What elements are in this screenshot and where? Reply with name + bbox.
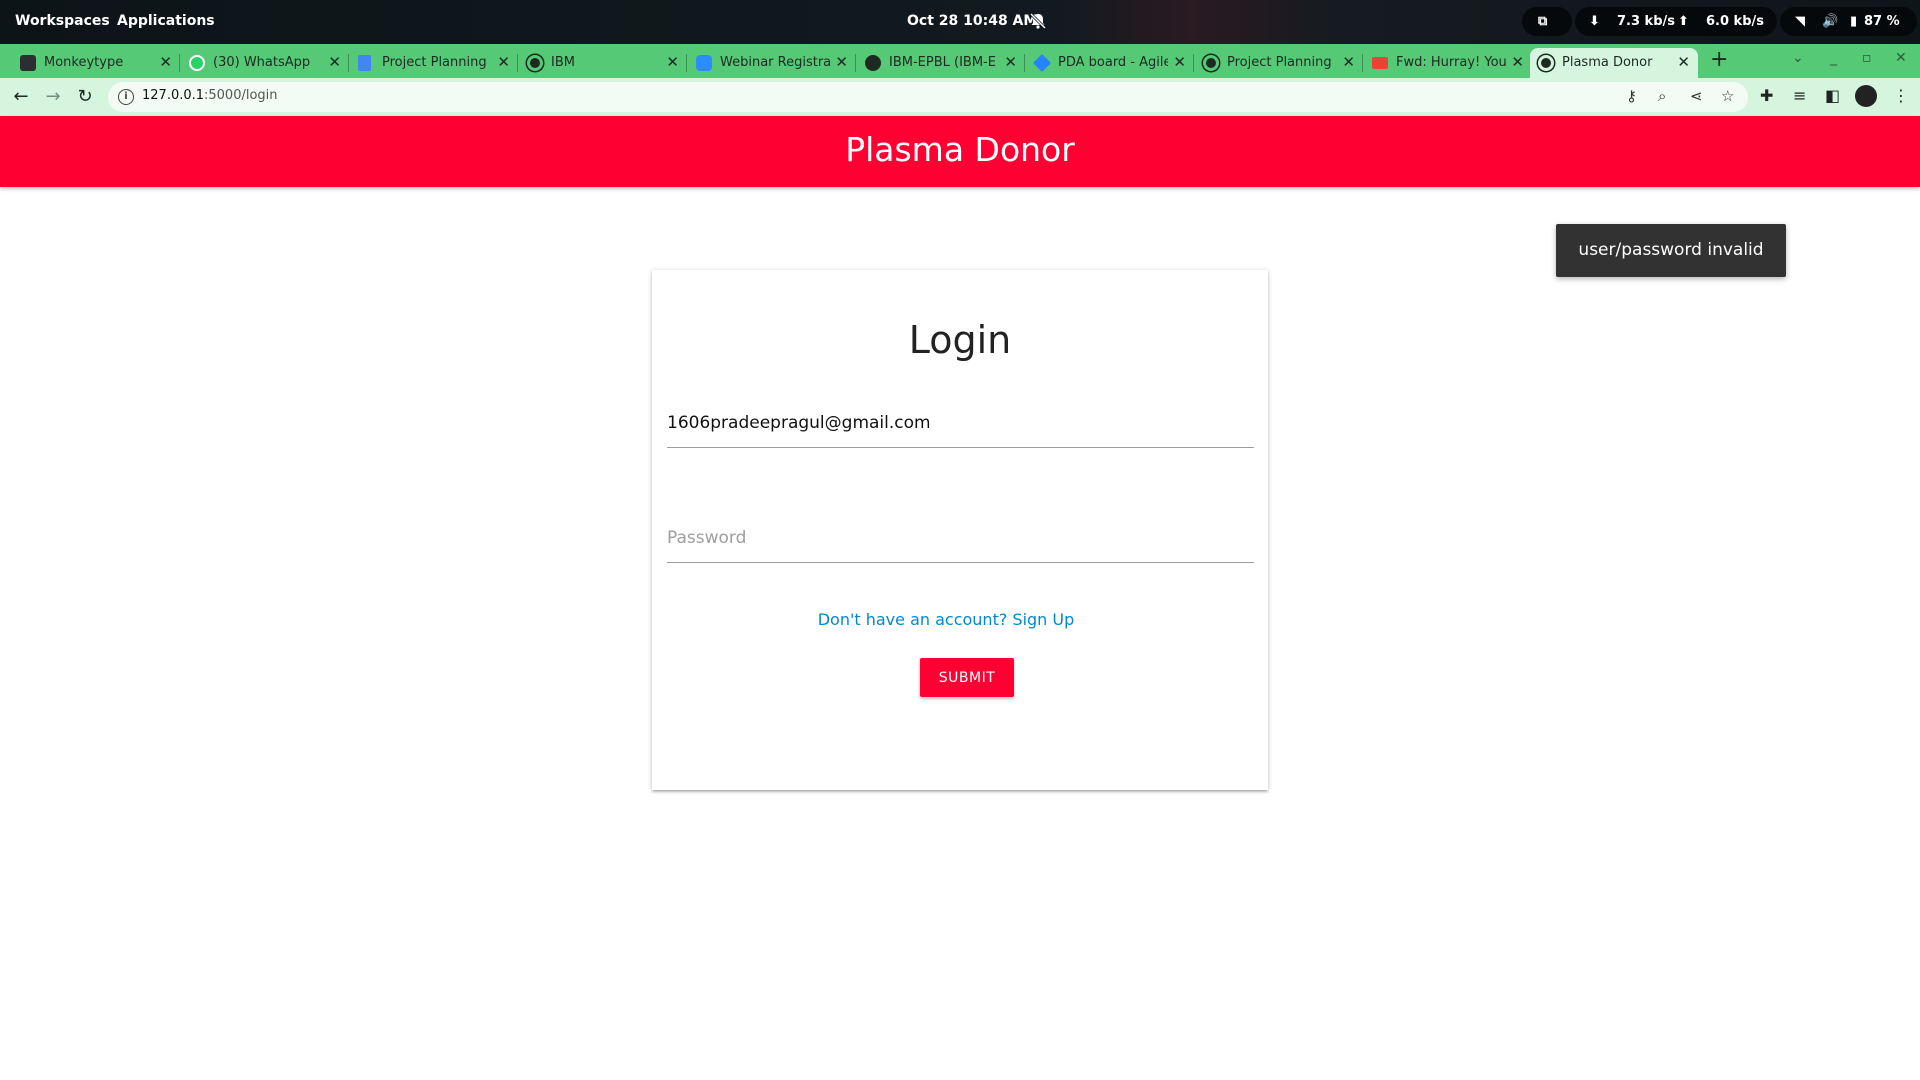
close-icon[interactable]: ✕: [497, 53, 510, 71]
battery-icon: ▮: [1850, 14, 1858, 29]
url-host: 127.0.0.1: [142, 88, 205, 103]
tab-ibm[interactable]: IBM ✕: [519, 48, 687, 78]
email-field[interactable]: [667, 400, 1254, 440]
upload-speed: 6.0 kb/s: [1706, 14, 1764, 29]
workspaces-menu[interactable]: Workspaces: [15, 13, 110, 29]
password-field[interactable]: [667, 515, 1254, 555]
tab-separator: [348, 54, 349, 72]
tray-remote-pill[interactable]: ⧉: [1522, 7, 1572, 36]
tab-webinar-registration[interactable]: Webinar Registra ✕: [688, 48, 856, 78]
gmail-icon: [1372, 57, 1388, 69]
close-icon[interactable]: ✕: [159, 53, 172, 71]
tab-search-chevron-icon[interactable]: ⌄: [1792, 50, 1804, 66]
tab-title: PDA board - Agile: [1058, 55, 1168, 70]
tab-title: Plasma Donor: [1562, 55, 1653, 70]
globe-icon: [1203, 55, 1219, 71]
tab-project-planning[interactable]: Project Planning ✕: [1195, 48, 1363, 78]
tab-separator: [517, 54, 518, 72]
kebab-menu-icon[interactable]: ⋮: [1893, 86, 1909, 105]
bookmark-star-icon[interactable]: ☆: [1721, 87, 1734, 105]
tab-separator: [686, 54, 687, 72]
download-speed: 7.3 kb/s: [1617, 14, 1675, 29]
network-speed-pill[interactable]: ⬇ 7.3 kb/s ⬆ 6.0 kb/s: [1575, 7, 1777, 36]
jira-icon: [1032, 53, 1052, 73]
tab-monkeytype[interactable]: Monkeytype ✕: [12, 48, 180, 78]
back-arrow-icon[interactable]: ←: [8, 84, 34, 110]
close-window-icon[interactable]: ✕: [1895, 50, 1907, 66]
os-top-bar: Workspaces Applications Oct 28 10:48 AM …: [0, 0, 1920, 44]
login-title: Login: [908, 318, 1012, 362]
close-icon[interactable]: ✕: [328, 53, 341, 71]
site-info-icon[interactable]: i: [118, 89, 134, 105]
reload-icon[interactable]: ↻: [72, 84, 98, 110]
tab-title: Project Planning: [382, 55, 487, 70]
tab-title: (30) WhatsApp: [213, 55, 311, 70]
wifi-icon: ◥: [1795, 14, 1805, 29]
key-icon[interactable]: ⚷: [1626, 87, 1637, 105]
remote-desktop-icon: ⧉: [1538, 14, 1548, 29]
github-icon: [865, 55, 881, 71]
password-field-wrapper: [667, 515, 1254, 563]
close-icon[interactable]: ✕: [1173, 53, 1186, 71]
tab-separator: [1024, 54, 1025, 72]
upload-arrow-icon: ⬆: [1678, 14, 1689, 29]
close-icon[interactable]: ✕: [1677, 53, 1690, 71]
system-status-pill[interactable]: ◥ 🔊 ▮ 87 %: [1780, 7, 1917, 36]
browser-tab-strip: Monkeytype ✕ (30) WhatsApp ✕ Project Pla…: [0, 44, 1920, 78]
minimize-icon[interactable]: _: [1830, 50, 1837, 66]
tab-separator: [855, 54, 856, 72]
tab-title: IBM-EPBL (IBM-E: [889, 55, 996, 70]
tab-gmail[interactable]: Fwd: Hurray! Your ✕: [1364, 48, 1532, 78]
close-icon[interactable]: ✕: [835, 53, 848, 71]
site-title[interactable]: Plasma Donor: [0, 130, 1920, 169]
close-icon[interactable]: ✕: [1004, 53, 1017, 71]
site-header: Plasma Donor: [0, 116, 1920, 187]
email-field-wrapper: [667, 400, 1254, 448]
new-tab-button[interactable]: +: [1710, 47, 1728, 72]
share-icon[interactable]: ⋖: [1690, 87, 1703, 105]
download-arrow-icon: ⬇: [1589, 14, 1600, 29]
extensions-puzzle-icon[interactable]: ✚: [1760, 86, 1773, 105]
forward-arrow-icon[interactable]: →: [40, 84, 66, 110]
maximize-icon[interactable]: ▫: [1862, 50, 1872, 66]
clock[interactable]: Oct 28 10:48 AM: [907, 13, 1037, 29]
tab-whatsapp[interactable]: (30) WhatsApp ✕: [181, 48, 349, 78]
close-icon[interactable]: ✕: [1342, 53, 1355, 71]
signup-link[interactable]: Don't have an account? Sign Up: [652, 610, 1240, 629]
zoom-icon[interactable]: ⌕: [1658, 87, 1666, 105]
tab-title: Monkeytype: [44, 55, 124, 70]
address-bar[interactable]: i 127.0.0.1 :5000/login ⚷ ⌕ ⋖ ☆: [108, 82, 1748, 112]
close-icon[interactable]: ✕: [1511, 53, 1524, 71]
notifications-muted-icon[interactable]: [1028, 11, 1048, 31]
volume-icon: 🔊: [1822, 14, 1839, 29]
battery-level: 87 %: [1864, 14, 1900, 29]
tab-title: IBM: [551, 55, 575, 70]
docs-icon: [358, 55, 371, 71]
tab-project-planning-docs[interactable]: Project Planning ✕: [350, 48, 518, 78]
tab-title: Fwd: Hurray! Your: [1396, 55, 1506, 70]
url-path: :5000/login: [204, 88, 278, 103]
tab-title: Project Planning: [1227, 55, 1332, 70]
tab-pda-board[interactable]: PDA board - Agile ✕: [1026, 48, 1194, 78]
tab-separator: [179, 54, 180, 72]
tab-separator: [1193, 54, 1194, 72]
tab-github[interactable]: IBM-EPBL (IBM-E ✕: [857, 48, 1025, 78]
applications-menu[interactable]: Applications: [117, 13, 215, 29]
submit-button[interactable]: SUBMIT: [920, 658, 1014, 697]
tab-title: Webinar Registra: [720, 55, 830, 70]
tab-separator: [1362, 54, 1363, 72]
monkeytype-icon: [20, 55, 36, 71]
side-panel-icon[interactable]: ◧: [1825, 86, 1840, 105]
zoom-icon: [696, 55, 712, 71]
close-icon[interactable]: ✕: [666, 53, 679, 71]
tab-plasma-donor[interactable]: Plasma Donor ✕: [1530, 48, 1698, 78]
login-card: Login Don't have an account? Sign Up SUB…: [652, 270, 1268, 790]
error-toast: user/password invalid: [1556, 224, 1786, 277]
browser-toolbar: ← → ↻ i 127.0.0.1 :5000/login ⚷ ⌕ ⋖ ☆ ✚ …: [0, 78, 1920, 116]
whatsapp-icon: [189, 55, 205, 71]
globe-icon: [1538, 55, 1554, 71]
media-queue-icon[interactable]: ≡: [1793, 86, 1806, 105]
profile-avatar[interactable]: [1855, 85, 1877, 107]
globe-icon: [527, 55, 543, 71]
